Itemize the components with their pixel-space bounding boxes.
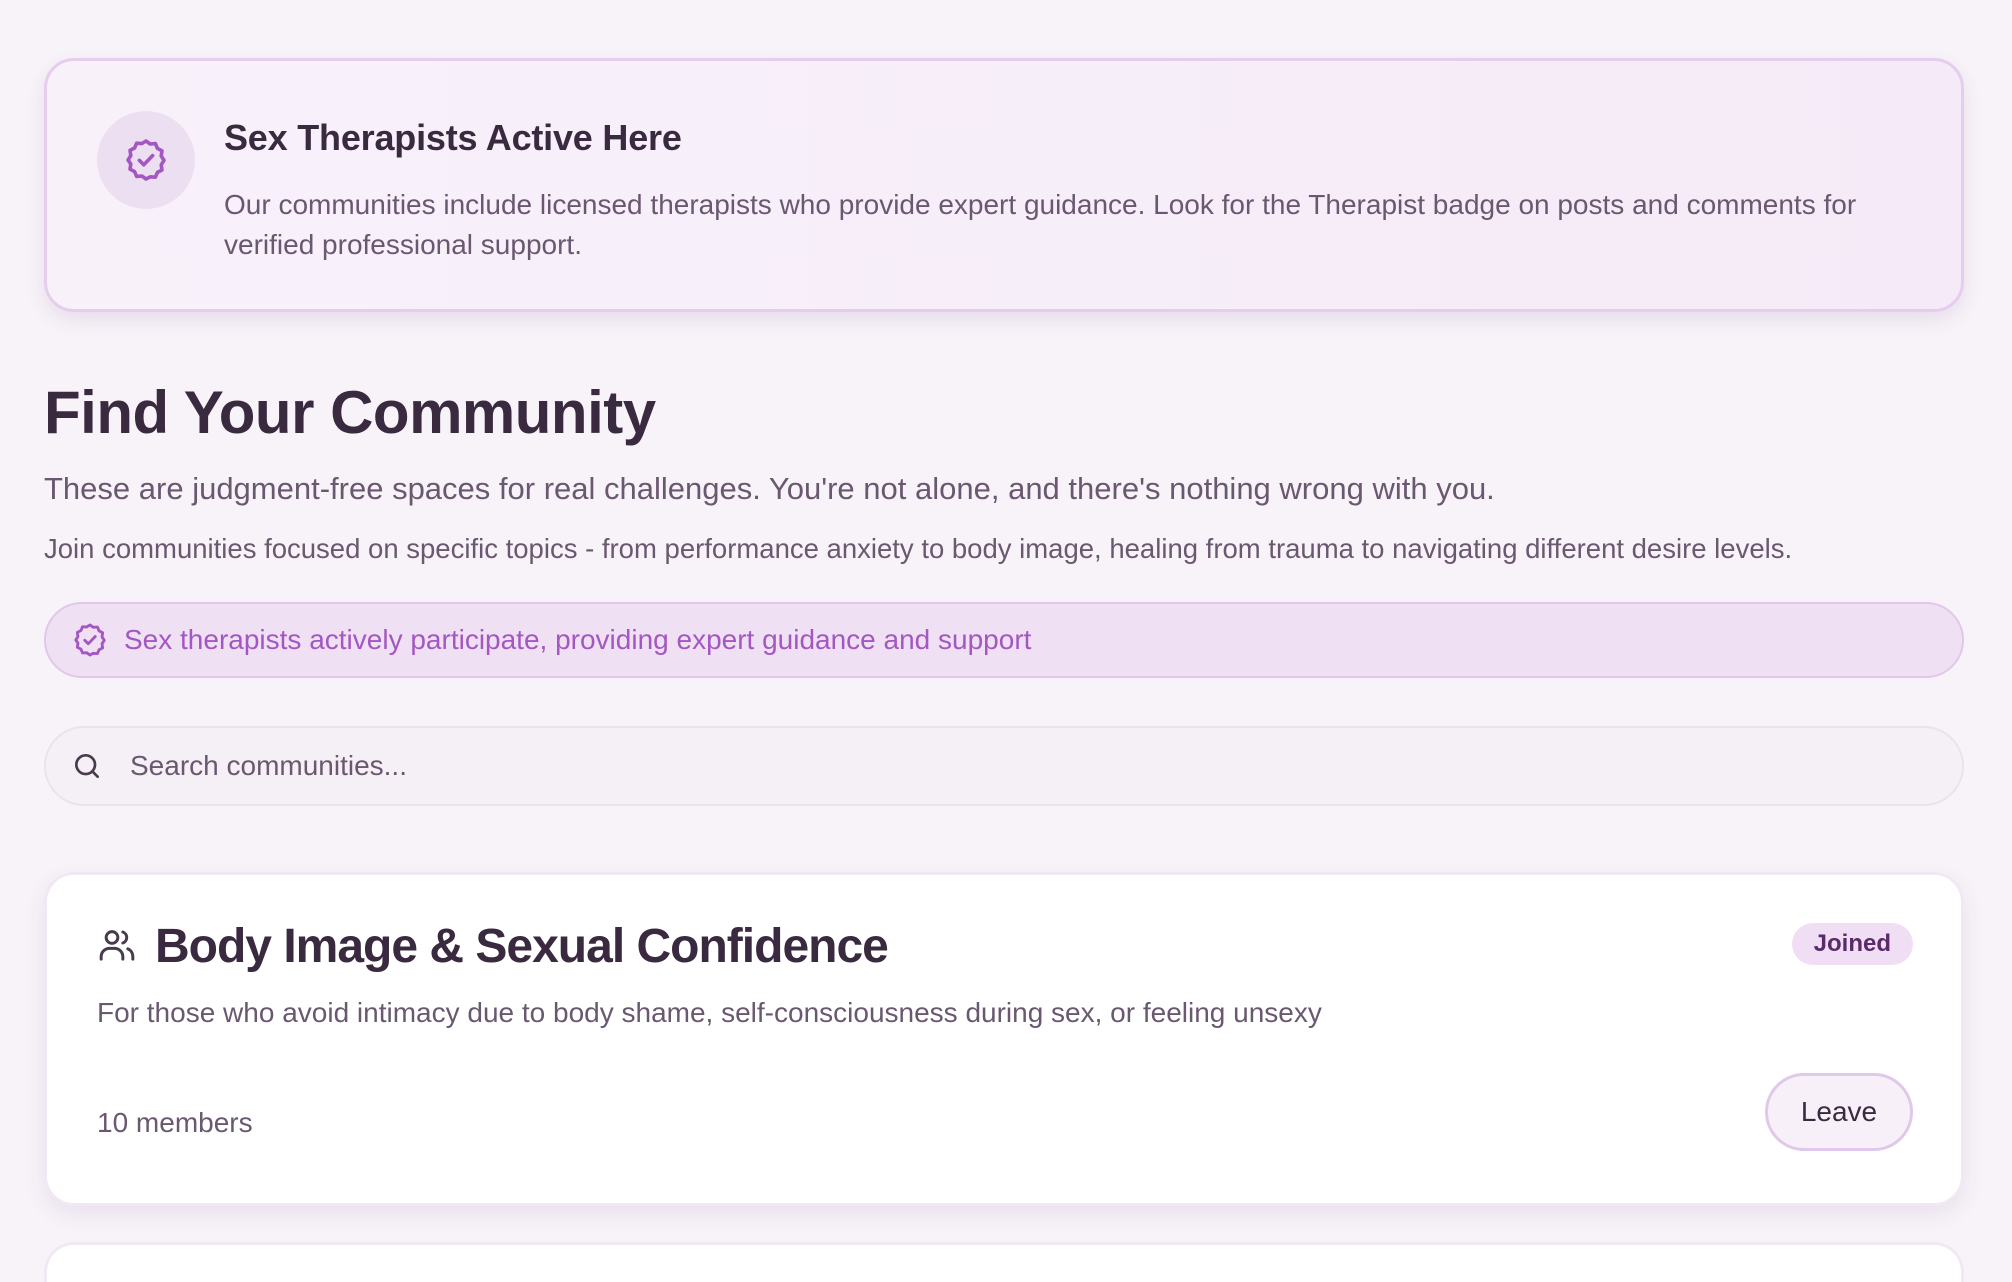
search-icon: [70, 749, 104, 783]
page-subtitle: These are judgment-free spaces for real …: [44, 471, 1495, 506]
verified-badge-icon: [126, 139, 166, 181]
banner-icon-circle: [97, 111, 195, 209]
community-title[interactable]: Body Image & Sexual Confidence: [155, 919, 889, 974]
joined-badge: Joined: [1791, 923, 1913, 965]
member-count: 10 members: [97, 1107, 253, 1138]
page-content: Sex Therapists Active Here Our communiti…: [44, 58, 1964, 1282]
search-bar[interactable]: [44, 726, 1964, 806]
search-input[interactable]: [128, 735, 1962, 797]
community-card[interactable]: Body Image & Sexual Confidence Joined Fo…: [44, 872, 1964, 1206]
therapist-notice: Sex therapists actively participate, pro…: [44, 602, 1964, 678]
banner-text: Our communities include licensed therapi…: [224, 189, 1857, 260]
next-community-card[interactable]: [44, 1242, 1964, 1282]
page-description: Join communities focused on specific top…: [44, 533, 1793, 564]
people-icon: [99, 930, 135, 961]
banner-title: Sex Therapists Active Here: [224, 117, 682, 158]
page-title: Find Your Community: [44, 379, 656, 446]
community-description: For those who avoid intimacy due to body…: [97, 997, 1322, 1028]
notice-text: Sex therapists actively participate, pro…: [124, 624, 1032, 655]
verified-badge-icon: [70, 620, 110, 660]
leave-button[interactable]: Leave: [1765, 1073, 1913, 1151]
therapist-banner: Sex Therapists Active Here Our communiti…: [44, 58, 1964, 312]
